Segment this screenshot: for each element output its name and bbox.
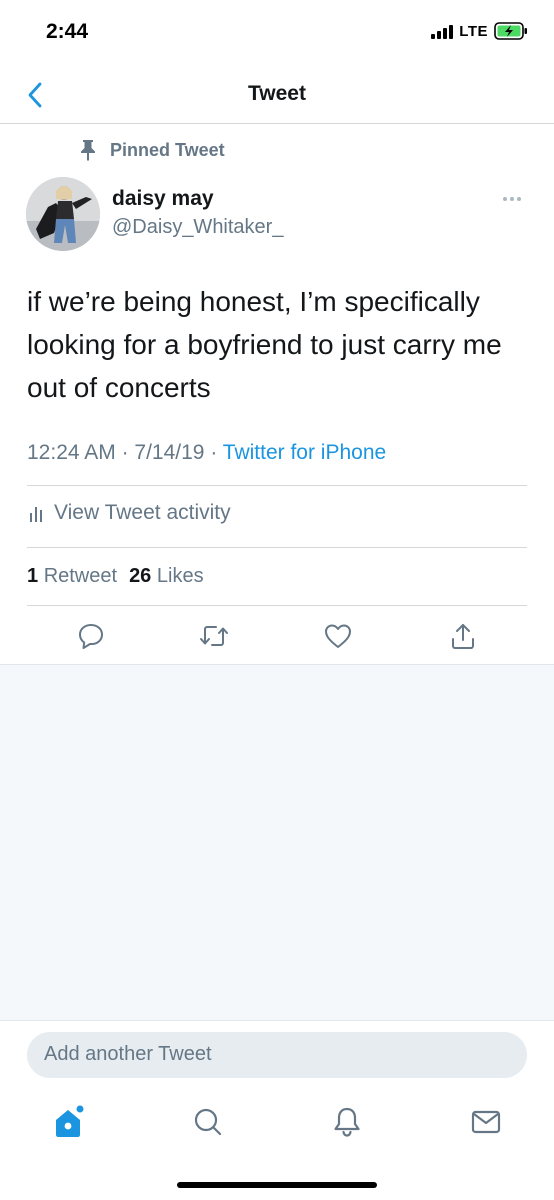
author-handle[interactable]: @Daisy_Whitaker_ (112, 216, 283, 239)
retweet-icon (200, 626, 228, 646)
author-name[interactable]: daisy may (112, 187, 214, 211)
divider (27, 547, 527, 548)
like-count-link[interactable]: 26 Likes (129, 565, 204, 588)
view-tweet-activity-button[interactable]: View Tweet activity (30, 501, 231, 525)
reply-button[interactable] (73, 618, 109, 654)
network-label: LTE (459, 22, 488, 40)
more-dot (510, 197, 514, 201)
tweet-text: if we’re being honest, I’m specifically … (27, 286, 502, 403)
status-bar: 2:44 LTE (0, 0, 554, 66)
divider (27, 605, 527, 606)
tweet-date: 7/14/19 (134, 441, 205, 464)
tweet-time: 12:24 AM (27, 441, 116, 464)
share-icon (452, 624, 474, 649)
like-button[interactable] (320, 618, 356, 654)
activity-label: View Tweet activity (54, 501, 231, 524)
meta-separator: · (121, 441, 135, 464)
home-icon (56, 1105, 84, 1137)
avatar[interactable] (26, 177, 100, 251)
replies-area (0, 664, 554, 1020)
avatar-image (26, 177, 100, 251)
tab-notifications[interactable] (327, 1102, 367, 1142)
add-another-tweet-input[interactable]: Add another Tweet (27, 1032, 527, 1078)
more-options-button[interactable] (500, 192, 524, 206)
battery-charging-icon (494, 22, 527, 40)
notifications-icon (334, 1107, 360, 1137)
pin-icon (81, 140, 95, 161)
pinned-label-text: Pinned Tweet (110, 139, 225, 160)
tweet-source-link[interactable]: Twitter for iPhone (223, 441, 386, 464)
tweet-actions (0, 618, 554, 658)
status-indicators: LTE (431, 22, 528, 40)
divider (27, 485, 527, 486)
home-indicator (177, 1182, 377, 1188)
tab-messages[interactable] (466, 1102, 506, 1142)
tweet-detail-screen: 2:44 LTE Tweet Pinned Tweet daisy may @D… (0, 0, 554, 1200)
meta-separator: · (210, 441, 223, 464)
search-icon (194, 1108, 222, 1136)
like-count: 26 (129, 565, 152, 587)
retweet-label: Retweet (43, 565, 118, 587)
like-label: Likes (156, 565, 204, 587)
analytics-icon (30, 507, 42, 522)
retweet-button[interactable] (196, 618, 232, 654)
page-title: Tweet (248, 82, 306, 105)
heart-icon (325, 624, 351, 648)
share-button[interactable] (445, 618, 481, 654)
signal-icon (431, 23, 454, 39)
pinned-tweet-label: Pinned Tweet (78, 139, 225, 161)
retweet-count: 1 (27, 565, 39, 587)
tweet-meta: 12:24 AM · 7/14/19 · Twitter for iPhone (27, 441, 386, 465)
tab-home[interactable] (48, 1102, 88, 1142)
retweet-count-link[interactable]: 1 Retweet (27, 565, 117, 588)
nav-bar: Tweet (0, 66, 554, 124)
reply-icon (79, 624, 103, 649)
more-dot (503, 197, 507, 201)
tab-search[interactable] (188, 1102, 228, 1142)
messages-icon (471, 1110, 501, 1134)
engagement-counts: 1 Retweet 26 Likes (27, 565, 204, 588)
compose-bar: Add another Tweet (0, 1020, 554, 1090)
tab-bar (0, 1090, 554, 1200)
more-dot (517, 197, 521, 201)
status-time: 2:44 (46, 20, 89, 43)
